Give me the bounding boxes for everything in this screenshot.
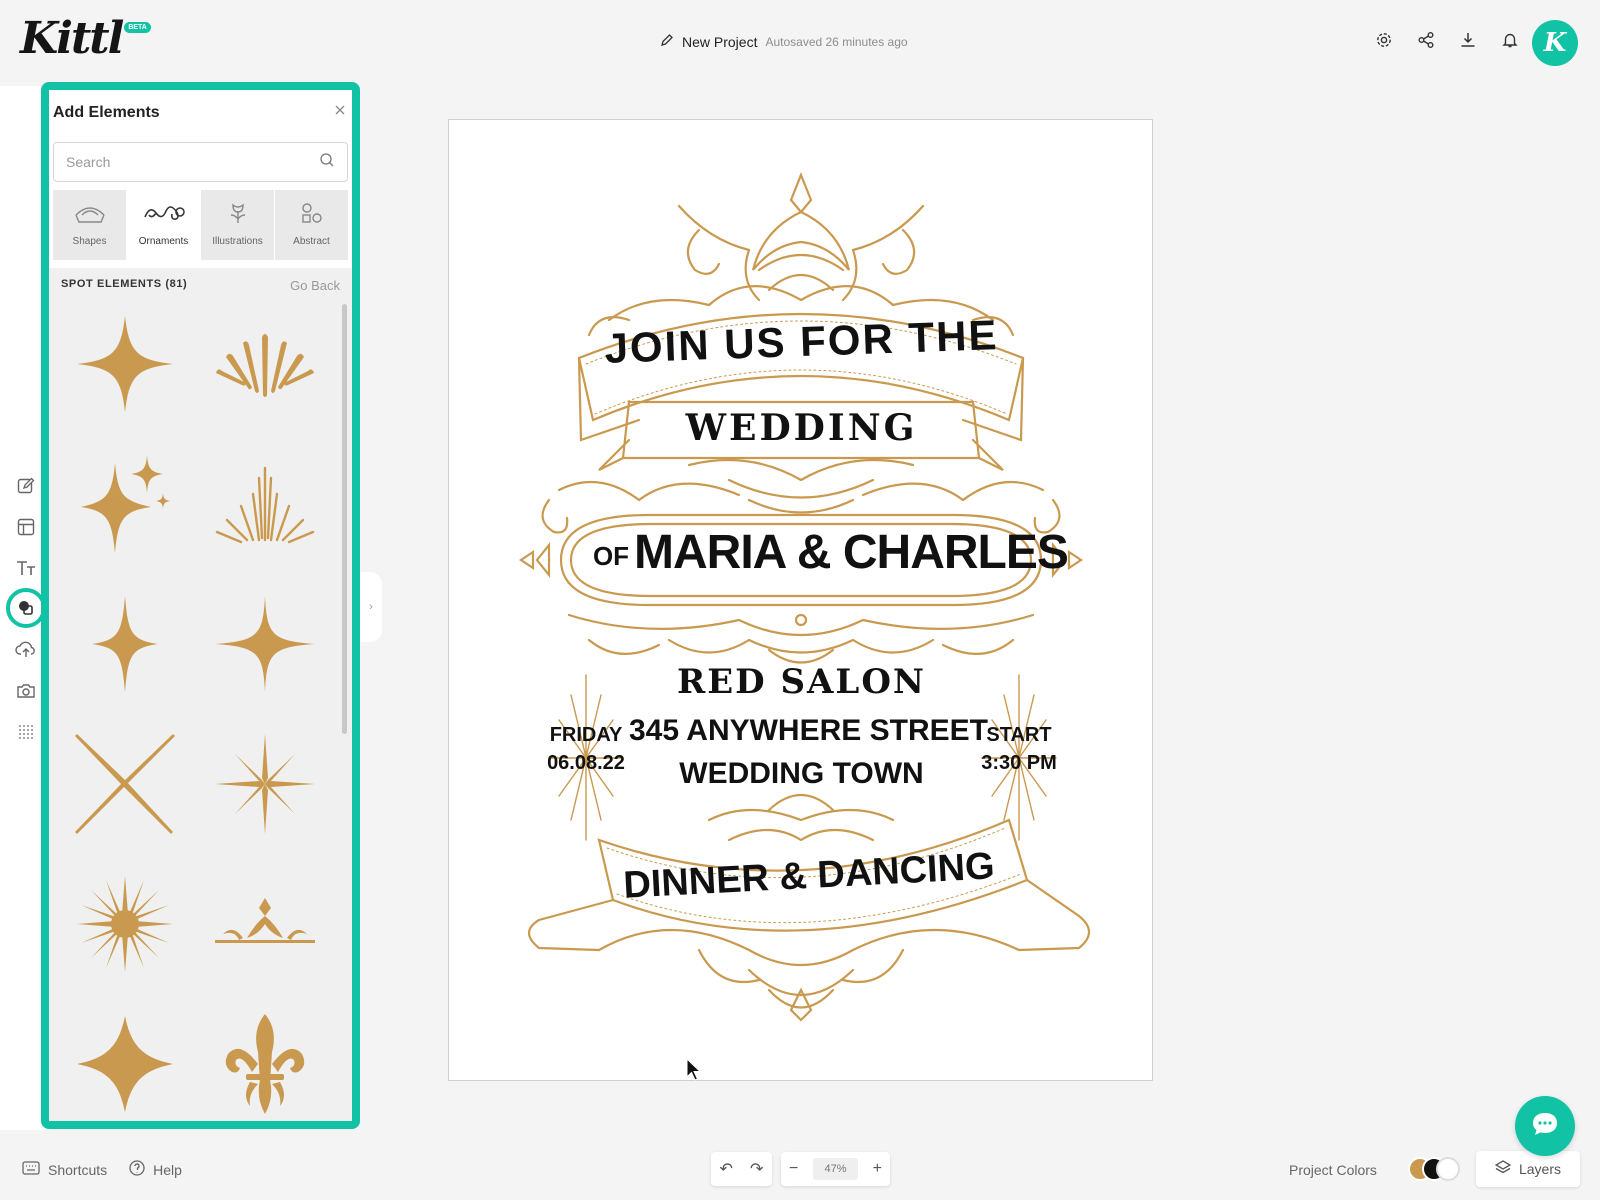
panel-collapse-tab[interactable]: › [360, 572, 382, 642]
upload-icon[interactable] [15, 639, 37, 661]
illustrations-icon [226, 200, 250, 226]
invite-date[interactable]: 06.08.22 [536, 752, 636, 775]
element-x-cross[interactable] [65, 724, 185, 844]
chevron-right-icon: › [369, 601, 373, 613]
swatch-white[interactable] [1436, 1157, 1460, 1181]
invite-venue[interactable]: RED SALON [644, 662, 959, 702]
element-slim-star[interactable] [65, 584, 185, 704]
shapes-icon [73, 200, 107, 226]
search-box [53, 142, 348, 182]
section-title: SPOT ELEMENTS (81) [61, 278, 188, 290]
invite-town[interactable]: WEDDING TOWN [659, 757, 944, 791]
shortcuts-label: Shortcuts [48, 1161, 108, 1178]
elements-grid: SPOT ELEMENTS (81) Go Back [49, 268, 352, 1121]
keyboard-icon [22, 1161, 40, 1178]
project-name[interactable]: New Project [682, 34, 757, 50]
element-six-point-star[interactable] [205, 724, 325, 844]
zoom-in-icon[interactable]: + [873, 1160, 882, 1178]
pencil-icon [660, 33, 674, 50]
element-four-point-star[interactable] [65, 304, 185, 424]
edit-icon[interactable] [15, 475, 37, 497]
design-canvas[interactable]: JOIN US FOR THE WEDDING OF MARIA & CHARL… [448, 119, 1153, 1081]
project-colors-label: Project Colors [1289, 1162, 1377, 1178]
shortcuts-button[interactable]: Shortcuts [22, 1160, 107, 1179]
panel-title: Add Elements [53, 104, 160, 121]
invitation-ornament [519, 172, 1091, 1022]
element-crossed-star[interactable] [205, 584, 325, 704]
share-icon[interactable] [1416, 30, 1436, 50]
invite-line-wedding[interactable]: WEDDING [629, 407, 974, 449]
invite-street[interactable]: 345 ANYWHERE STREET [629, 714, 988, 748]
layers-button[interactable]: Layers [1476, 1151, 1580, 1187]
kittl-logo[interactable]: Kittl BETA [20, 14, 151, 64]
element-sparkle-cluster[interactable] [65, 444, 185, 564]
element-diamond-star[interactable] [65, 1004, 185, 1121]
element-crown-ornament[interactable] [205, 864, 325, 984]
zoom-out-icon[interactable]: − [789, 1160, 798, 1178]
gear-icon[interactable] [1374, 30, 1394, 50]
invite-start[interactable]: START [969, 724, 1069, 747]
tab-label: Ornaments [138, 236, 189, 247]
abstract-icon [300, 200, 324, 226]
ornaments-icon [142, 200, 186, 226]
element-sunburst-arc[interactable] [205, 304, 325, 424]
tab-shapes[interactable]: Shapes [53, 190, 126, 260]
help-label: Help [153, 1161, 182, 1178]
tab-abstract[interactable]: Abstract [275, 190, 348, 260]
help-icon [129, 1160, 145, 1179]
help-button[interactable]: Help [129, 1160, 182, 1179]
autosave-status: Autosaved 26 minutes ago [765, 34, 908, 49]
tab-label: Illustrations [212, 236, 263, 247]
close-icon[interactable] [332, 102, 348, 118]
invite-of[interactable]: OF [581, 541, 641, 572]
element-sun-burst[interactable] [65, 864, 185, 984]
history-controls: ↶ ↷ [711, 1152, 772, 1186]
tab-illustrations[interactable]: Illustrations [201, 190, 274, 260]
mouse-cursor-icon [686, 1058, 702, 1081]
project-title[interactable]: New Project Autosaved 26 minutes ago [660, 33, 908, 50]
user-avatar[interactable]: K [1532, 20, 1578, 66]
layers-label: Layers [1518, 1161, 1562, 1177]
tab-label: Abstract [293, 236, 330, 247]
element-fleur-de-lis[interactable] [205, 1004, 325, 1121]
search-input[interactable] [66, 154, 319, 170]
camera-icon[interactable] [15, 680, 37, 702]
chat-button[interactable] [1515, 1096, 1575, 1156]
project-color-swatches[interactable] [1408, 1157, 1462, 1185]
invite-time[interactable]: 3:30 PM [969, 752, 1069, 775]
element-fan-burst[interactable] [205, 444, 325, 564]
undo-icon[interactable]: ↶ [720, 1159, 733, 1179]
category-tabs: Shapes Ornaments Illustrations Abstract [53, 190, 348, 260]
add-elements-panel: Add Elements Shapes Ornaments Illustrati… [41, 82, 360, 1129]
zoom-value[interactable]: 47% [813, 1158, 858, 1180]
grid-dots-icon[interactable] [15, 721, 37, 743]
logo-text: Kittl [20, 13, 124, 64]
scrollbar[interactable] [342, 304, 347, 734]
tab-ornaments[interactable]: Ornaments [127, 190, 200, 260]
redo-icon[interactable]: ↷ [750, 1159, 763, 1179]
templates-icon[interactable] [15, 516, 37, 538]
chat-bubble-icon [1530, 1110, 1560, 1143]
invite-day[interactable]: FRIDAY [536, 724, 636, 747]
invite-names[interactable]: MARIA & CHARLES [634, 525, 1069, 580]
beta-badge: BETA [124, 22, 151, 33]
download-icon[interactable] [1458, 30, 1478, 50]
zoom-controls: − 47% + [781, 1152, 890, 1186]
bell-icon[interactable] [1500, 30, 1520, 50]
text-icon[interactable] [15, 557, 37, 579]
tab-label: Shapes [72, 236, 107, 247]
search-icon[interactable] [319, 152, 335, 173]
layers-icon [1494, 1159, 1512, 1179]
elements-icon[interactable] [6, 588, 46, 628]
go-back-link[interactable]: Go Back [290, 278, 340, 293]
